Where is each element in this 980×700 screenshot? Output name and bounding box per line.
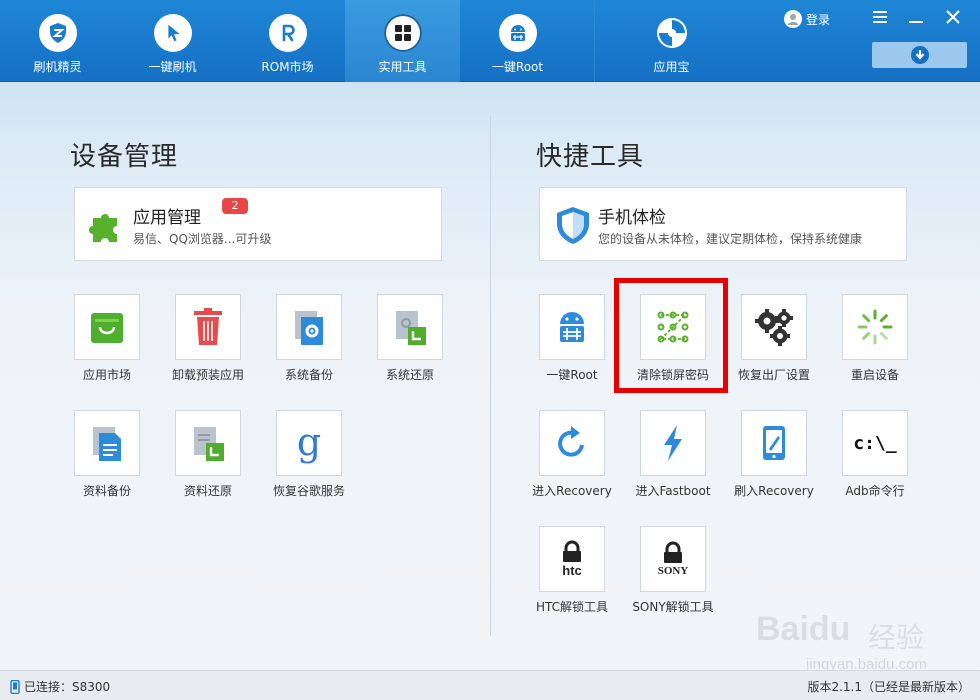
tool-label: 系统还原	[385, 368, 434, 382]
terminal-glyph: c:\_	[853, 432, 897, 454]
minimize-button[interactable]	[905, 6, 927, 28]
tool-one-click-root[interactable]: 一键Root	[522, 294, 622, 404]
card-subtitle: 易信、QQ浏览器...可升级	[133, 232, 272, 246]
tool-system-backup[interactable]: 系统备份	[259, 294, 359, 404]
svg-text:g: g	[297, 421, 321, 464]
version-text: 版本2.1.1（已经是最新版本）	[807, 680, 970, 694]
card-title: 应用管理	[133, 208, 201, 228]
minimize-icon	[909, 21, 923, 23]
highlight-annotation-box	[614, 278, 728, 393]
tool-label: Adb命令行	[845, 484, 905, 498]
sony-glyph: SONY	[657, 565, 689, 577]
nav-label: ROM市场	[261, 60, 314, 74]
tool-adb-command-line[interactable]: c:\_ Adb命令行	[825, 410, 925, 520]
restore-clock-doc-icon	[377, 294, 443, 360]
nav-item-one-click-root[interactable]: 一键Root	[460, 0, 575, 82]
connection-status: 已连接：S8300	[10, 678, 110, 695]
baidu-jingyan-watermark: Baidu 经验 jingyan.baidu.com	[756, 598, 966, 676]
tool-system-restore[interactable]: 系统还原	[360, 294, 460, 404]
android-root-icon	[498, 14, 537, 52]
tool-uninstall-preinstalled[interactable]: 卸载预装应用	[158, 294, 258, 404]
nav-label: 应用宝	[653, 60, 690, 74]
gears-icon	[741, 294, 807, 360]
android-root-icon	[539, 294, 605, 360]
nav-item-one-click-flash[interactable]: 一键刷机	[115, 0, 230, 82]
nav-item-flash-wizard[interactable]: 刷机精灵	[0, 0, 115, 82]
download-button[interactable]	[872, 42, 967, 68]
tool-label: 恢复谷歌服务	[272, 484, 345, 498]
document-backup-icon	[74, 410, 140, 476]
menu-button[interactable]	[869, 6, 891, 28]
tool-app-market[interactable]: 应用市场	[57, 294, 157, 404]
loading-spinner-icon	[842, 294, 908, 360]
update-count-badge: 2	[222, 198, 248, 214]
nav-label: 实用工具	[378, 60, 427, 74]
phone-checkup-card[interactable]: 手机体检 您的设备从未体检，建议定期体检，保持系统健康	[539, 187, 907, 261]
htc-glyph: htc	[562, 563, 582, 578]
tool-label: SONY解锁工具	[632, 600, 714, 614]
download-arrow-icon	[910, 46, 929, 64]
tool-enter-recovery[interactable]: 进入Recovery	[522, 410, 622, 520]
document-restore-icon	[175, 410, 241, 476]
grid-icon	[383, 14, 422, 52]
tool-data-backup[interactable]: 资料备份	[57, 410, 157, 520]
connected-device-text: 已连接：S8300	[24, 680, 111, 694]
tool-label: 重启设备	[850, 368, 899, 382]
tool-sony-unlock[interactable]: SONY SONY解锁工具	[623, 526, 723, 636]
tool-data-restore[interactable]: 资料还原	[158, 410, 258, 520]
backup-gear-doc-icon	[276, 294, 342, 360]
card-title: 手机体检	[598, 208, 666, 228]
refresh-icon	[539, 410, 605, 476]
tool-htc-unlock[interactable]: htc HTC解锁工具	[522, 526, 622, 636]
shield-check-icon	[552, 204, 594, 246]
device-management-title: 设备管理	[70, 142, 179, 172]
tool-restore-google-services[interactable]: g 恢复谷歌服务	[259, 410, 359, 520]
htc-lock-icon: htc	[539, 526, 605, 592]
terminal-icon: c:\_	[842, 410, 908, 476]
nav-item-app-treasure[interactable]: 应用宝	[614, 0, 729, 82]
tool-factory-reset[interactable]: 恢复出厂设置	[724, 294, 824, 404]
watermark-brand: Baidu	[756, 610, 851, 648]
quick-tools-title: 快捷工具	[536, 142, 645, 172]
card-subtitle: 您的设备从未体检，建议定期体检，保持系统健康	[598, 232, 863, 246]
close-icon	[946, 10, 960, 24]
nav-label: 一键Root	[491, 60, 544, 74]
nav-separator	[594, 0, 595, 82]
tool-flash-recovery[interactable]: 刷入Recovery	[724, 410, 824, 520]
login-label: 登录	[806, 12, 831, 27]
hamburger-icon	[873, 11, 887, 23]
nav-item-rom-market[interactable]: ROM市场	[230, 0, 345, 82]
sony-lock-icon: SONY	[640, 526, 706, 592]
app-treasure-icon	[653, 14, 691, 52]
google-g-icon: g	[276, 410, 342, 476]
nav-label: 一键刷机	[148, 60, 197, 74]
app-management-card[interactable]: 应用管理 2 易信、QQ浏览器...可升级	[74, 187, 442, 261]
nav-item-utility-tools[interactable]: 实用工具	[345, 0, 460, 82]
tool-enter-fastboot[interactable]: 进入Fastboot	[623, 410, 723, 520]
section-divider	[490, 116, 491, 636]
tool-reboot-device[interactable]: 重启设备	[825, 294, 925, 404]
phone-icon	[10, 679, 20, 694]
top-nav-bar: 刷机精灵 一键刷机 ROM市场 实用工具 一键Root 应用宝 登录	[0, 0, 980, 82]
user-avatar-icon	[784, 10, 802, 28]
login-button[interactable]: 登录	[784, 9, 830, 29]
tablet-edit-icon	[741, 410, 807, 476]
cursor-icon	[153, 14, 192, 52]
shopping-bag-icon	[74, 294, 140, 360]
lightning-icon	[640, 410, 706, 476]
puzzle-icon	[87, 204, 129, 246]
close-button[interactable]	[942, 6, 964, 28]
shield-logo-icon	[38, 14, 77, 52]
nav-label: 刷机精灵	[33, 60, 82, 74]
watermark-cn: 经验	[868, 621, 925, 654]
trash-icon	[175, 294, 241, 360]
status-bar: 已连接：S8300 版本2.1.1（已经是最新版本）	[0, 670, 980, 700]
rom-r-icon	[268, 14, 307, 52]
